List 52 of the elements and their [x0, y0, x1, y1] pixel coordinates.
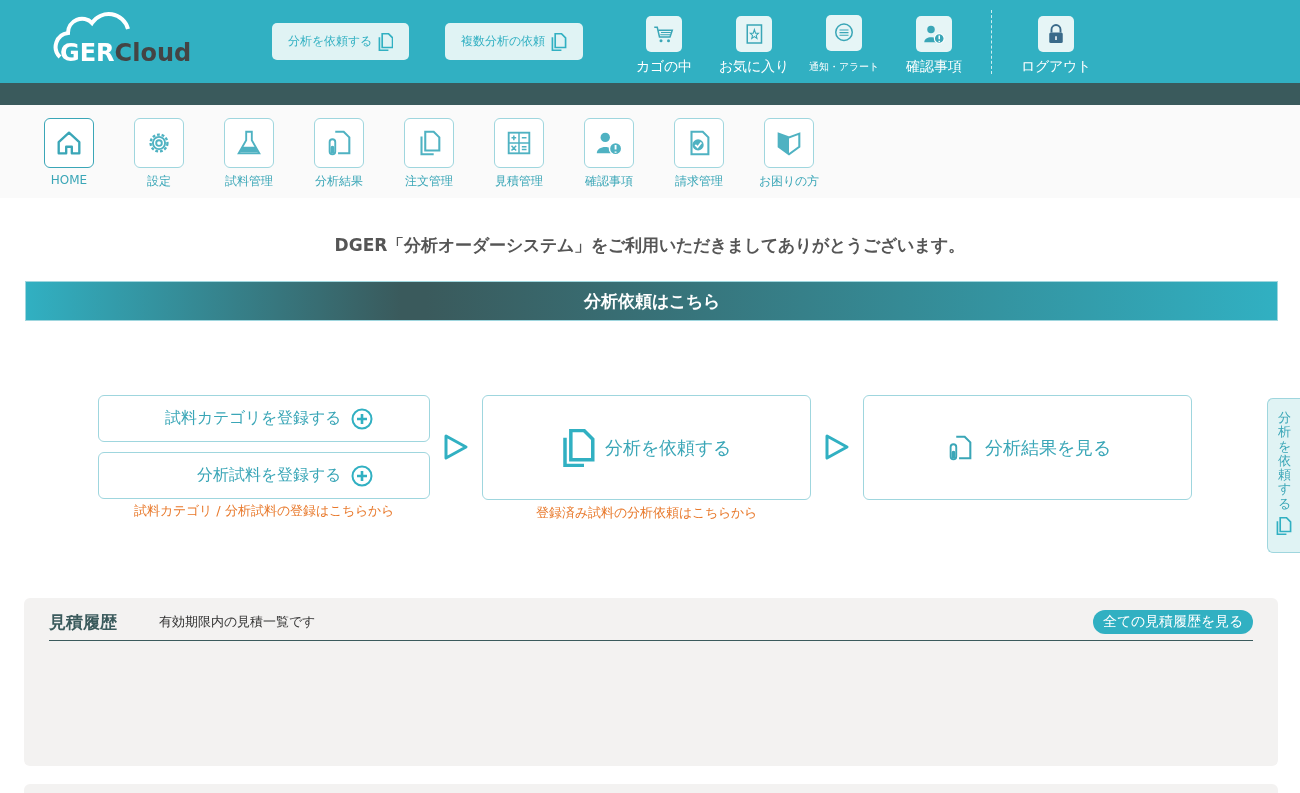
nav-label: 注文管理 — [405, 173, 453, 190]
register-note: 試料カテゴリ / 分析試料の登録はこちらから — [134, 502, 394, 520]
copy-icon — [1276, 517, 1292, 536]
header-icon-button[interactable] — [645, 15, 682, 52]
header-button[interactable]: 分析を依頼する — [272, 23, 410, 60]
nav-label: 請求管理 — [675, 173, 723, 190]
nav-label: 分析結果 — [315, 173, 363, 190]
arrow-icon — [443, 433, 469, 461]
copy-icon — [551, 32, 567, 51]
nav-label: 試料管理 — [225, 173, 273, 190]
nav-button[interactable] — [494, 118, 544, 168]
header-icon-button[interactable] — [915, 15, 952, 52]
welcome-message: DGER「分析オーダーシステム」をご利用いただきましてありがとうございます。 — [333, 234, 967, 257]
view-all-button[interactable]: 全ての見積履歴を見る — [1093, 610, 1253, 634]
nav-button[interactable] — [44, 118, 94, 168]
nav-button[interactable] — [404, 118, 454, 168]
nav-button[interactable] — [584, 118, 634, 168]
nav-button[interactable] — [764, 118, 814, 168]
header-icon-label: お気に入り — [718, 57, 789, 76]
nav-label: お困りの方 — [759, 173, 819, 190]
nav-button[interactable] — [674, 118, 724, 168]
header-button[interactable]: 複数分析の依頼 — [445, 23, 583, 60]
results-button[interactable]: 分析結果を見る — [863, 395, 1192, 500]
request-button[interactable]: 分析を依頼する — [482, 395, 811, 500]
logo-text: Cloud — [114, 38, 192, 67]
logout-label: ログアウト — [1020, 57, 1091, 76]
nav-label: 確認事項 — [585, 173, 633, 190]
section-banner: 分析依頼はこちら — [25, 281, 1278, 321]
header-icon-label: 確認事項 — [905, 57, 962, 76]
nav-label: 見積管理 — [495, 173, 543, 190]
nav-label: HOME — [50, 173, 88, 187]
nav-button[interactable] — [314, 118, 364, 168]
header-icon-label: 通知・アラート — [808, 59, 879, 74]
arrow-icon — [824, 433, 850, 461]
logo-text: GER — [60, 38, 115, 67]
side-request-tab[interactable]: 分析を依頼する — [1267, 398, 1300, 553]
header-icon-button[interactable] — [735, 15, 772, 52]
panel-title: 見積履歴 — [49, 610, 118, 634]
header-icon-label: カゴの中 — [635, 57, 692, 76]
nav-label: 設定 — [147, 173, 171, 190]
copy-icon — [378, 32, 394, 51]
nav-button[interactable] — [134, 118, 184, 168]
header-icon-button[interactable] — [825, 14, 862, 51]
nav-button[interactable] — [224, 118, 274, 168]
panel-subtitle: 有効期限内の見積一覧です — [159, 613, 316, 631]
register-button[interactable]: 試料カテゴリを登録する — [98, 395, 430, 442]
plus-icon — [351, 464, 373, 487]
logout-button[interactable] — [1037, 15, 1074, 52]
request-note: 登録済み試料の分析依頼はこちらから — [536, 504, 757, 522]
plus-icon — [351, 407, 373, 430]
copy-icon — [562, 428, 595, 467]
register-button[interactable]: 分析試料を登録する — [98, 452, 430, 499]
